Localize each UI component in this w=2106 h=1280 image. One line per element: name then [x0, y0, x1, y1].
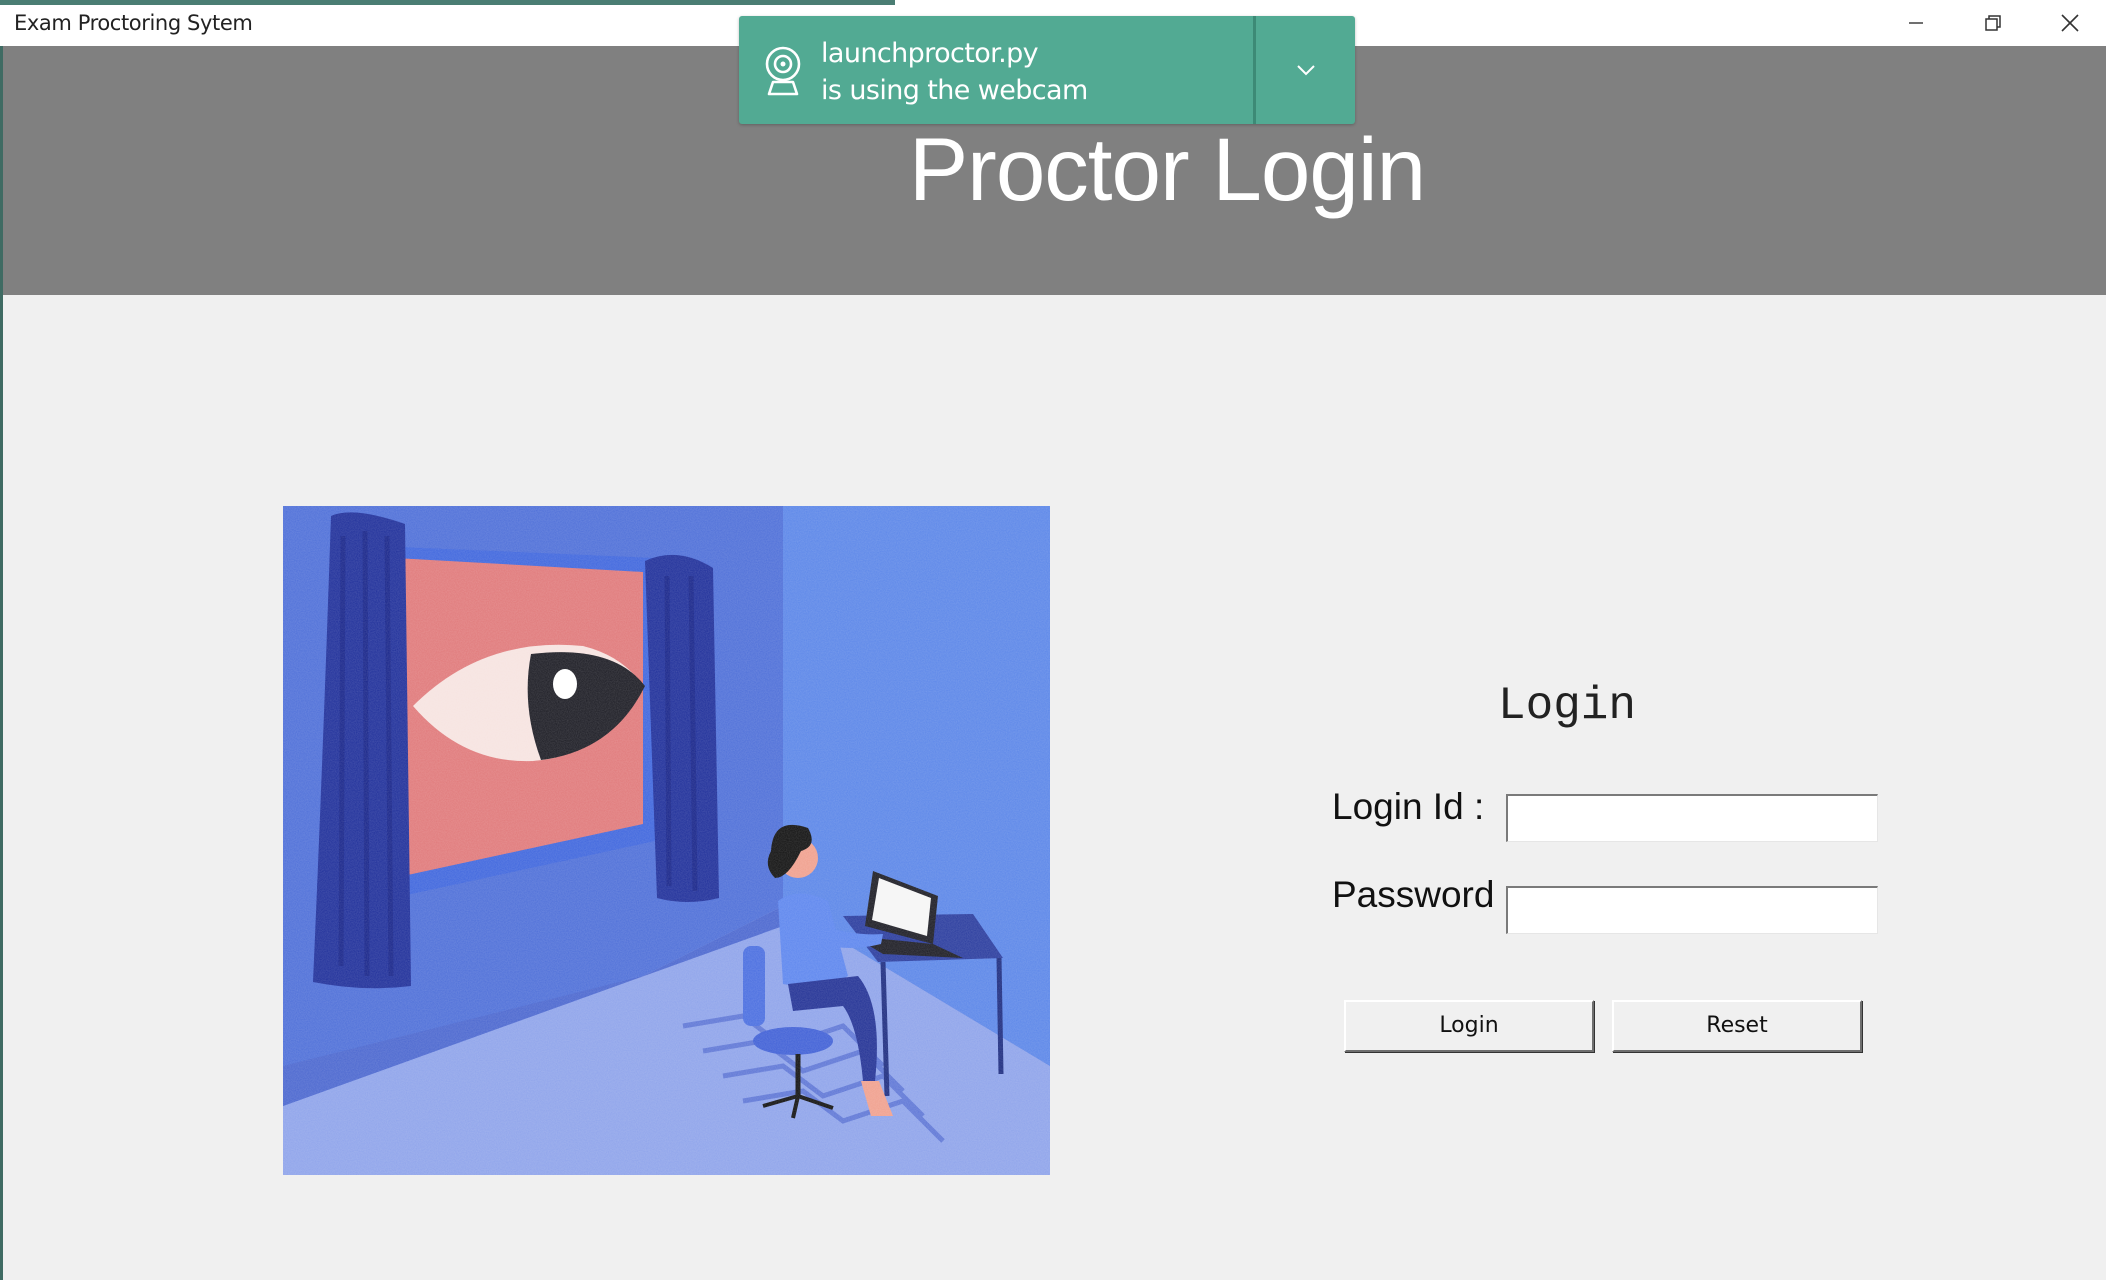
close-icon[interactable] — [2032, 0, 2106, 46]
minimize-icon[interactable] — [1878, 0, 1954, 46]
chevron-down-icon — [1296, 65, 1315, 76]
webcam-notification[interactable]: launchproctor.py is using the webcam — [739, 16, 1355, 124]
password-label: Password : — [1332, 874, 1516, 915]
login-id-input[interactable] — [1506, 794, 1878, 842]
webcam-icon — [765, 46, 801, 96]
notification-expand-button[interactable] — [1256, 16, 1355, 124]
login-id-label: Login Id : — [1332, 786, 1485, 827]
window-title: Exam Proctoring Sytem — [14, 11, 253, 35]
login-form-title: Login — [1497, 680, 1637, 732]
page-title: Proctor Login — [908, 119, 1426, 219]
reset-button[interactable]: Reset — [1612, 1000, 1862, 1052]
password-input[interactable] — [1506, 886, 1878, 934]
restore-icon[interactable] — [1955, 0, 2031, 46]
notification-app-name: launchproctor.py — [821, 38, 1039, 69]
titlebar-progress-strip — [0, 0, 895, 5]
proctor-illustration — [283, 506, 1050, 1175]
notification-message: is using the webcam — [821, 75, 1088, 106]
login-button[interactable]: Login — [1344, 1000, 1594, 1052]
